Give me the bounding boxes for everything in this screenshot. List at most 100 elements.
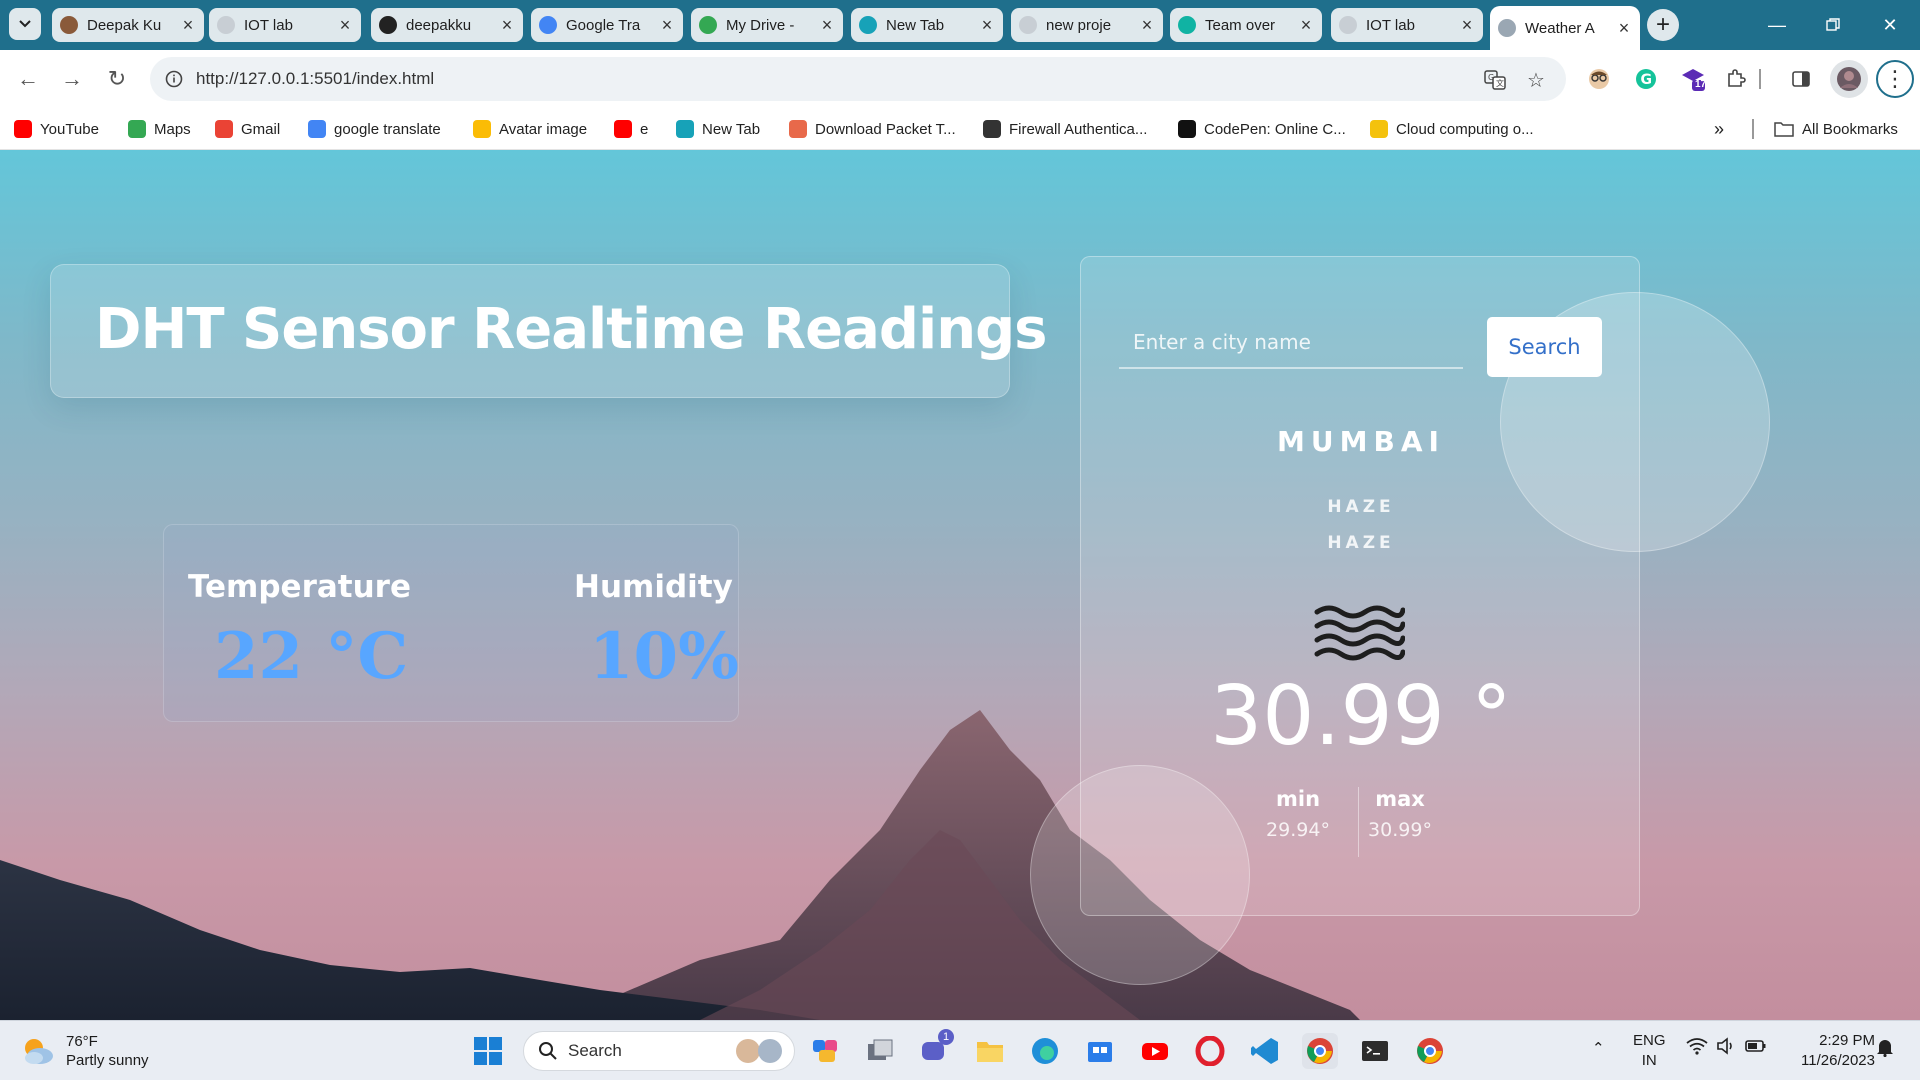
browser-tab[interactable]: new proje × (1011, 8, 1163, 42)
tab-favicon-icon (539, 16, 557, 34)
search-icon (539, 1042, 557, 1060)
grammarly-button[interactable]: G (1631, 64, 1661, 94)
back-button[interactable]: ← (12, 63, 44, 95)
taskbar-weather-temp: 76°F (66, 1033, 98, 1050)
url-text[interactable]: http://127.0.0.1:5501/index.html (196, 69, 434, 89)
star-icon: ☆ (1527, 69, 1545, 92)
clock-time: 2:29 PM (1819, 1032, 1875, 1049)
bookmark-item[interactable]: google translate (308, 116, 441, 142)
side-panel-icon (1792, 71, 1810, 87)
extensions-button[interactable] (1721, 64, 1751, 94)
tab-close-icon[interactable]: × (659, 15, 675, 36)
profile-button[interactable] (1830, 60, 1868, 98)
bookmark-favicon-icon (215, 120, 233, 138)
browser-tab[interactable]: IOT lab × (1331, 8, 1483, 42)
tab-close-icon[interactable]: × (499, 15, 515, 36)
reload-button[interactable]: ↻ (101, 63, 133, 95)
tab-close-icon[interactable]: × (1616, 18, 1632, 39)
address-bar[interactable]: http://127.0.0.1:5501/index.html G文 ☆ (150, 57, 1566, 101)
bookmark-item[interactable]: Gmail (215, 116, 280, 142)
tab-title: Deepak Ku (87, 16, 162, 34)
browser-tab[interactable]: Google Tra × (531, 8, 683, 42)
browser-menu-button[interactable]: ⋮ (1876, 60, 1914, 98)
tab-favicon-icon (1019, 16, 1037, 34)
youtube-app[interactable] (1137, 1033, 1173, 1069)
search-button[interactable]: Search (1487, 317, 1602, 377)
tab-search-button[interactable] (9, 8, 41, 40)
edge-icon (1032, 1038, 1058, 1064)
close-window-button[interactable]: ✕ (1870, 10, 1910, 40)
taskbar-weather-widget[interactable]: 76°F Partly sunny (20, 1031, 149, 1071)
bookmark-item[interactable]: Avatar image (473, 116, 587, 142)
tab-close-icon[interactable]: × (979, 15, 995, 36)
minimize-button[interactable]: — (1757, 10, 1797, 40)
bookmark-item[interactable]: New Tab (676, 116, 760, 142)
more-bookmarks-button[interactable]: » (1714, 116, 1724, 142)
file-explorer-app[interactable] (972, 1033, 1008, 1069)
bookmark-item[interactable]: Maps (128, 116, 191, 142)
site-info-button[interactable] (160, 65, 188, 93)
browser-tab[interactable]: Deepak Ku × (52, 8, 204, 42)
tab-title: New Tab (886, 16, 945, 34)
copilot-app[interactable] (808, 1033, 844, 1069)
tab-close-icon[interactable]: × (819, 15, 835, 36)
arrow-left-icon: ← (17, 66, 39, 91)
tab-close-icon[interactable]: × (1139, 15, 1155, 36)
browser-tab[interactable]: My Drive - × (691, 8, 843, 42)
more-vertical-icon: ⋮ (1884, 66, 1906, 91)
browser-tab[interactable]: IOT lab × (209, 8, 361, 42)
notifications-button[interactable] (1876, 1037, 1894, 1061)
city-search-input[interactable] (1119, 317, 1463, 369)
chrome-profile-app[interactable] (1412, 1033, 1448, 1069)
bookmark-item[interactable]: Download Packet T... (789, 116, 956, 142)
taskbar-weather-desc: Partly sunny (66, 1052, 149, 1069)
extension-avatar-button[interactable] (1584, 64, 1614, 94)
bookmark-item[interactable]: Firewall Authentica... (983, 116, 1147, 142)
bookmark-item[interactable]: CodePen: Online C... (1178, 116, 1346, 142)
tab-favicon-icon (1178, 16, 1196, 34)
browser-tab[interactable]: Team over × (1170, 8, 1322, 42)
tab-close-icon[interactable]: × (1298, 15, 1314, 36)
show-hidden-icons-button[interactable]: ⌃ (1592, 1039, 1605, 1057)
tab-close-icon[interactable]: × (180, 15, 196, 36)
grammarly-icon: G (1636, 69, 1656, 89)
wifi-icon (1686, 1038, 1708, 1055)
bookmark-label: Download Packet T... (815, 120, 956, 138)
taskbar-search[interactable]: Search (523, 1031, 795, 1071)
volume-button[interactable] (1716, 1037, 1736, 1059)
task-view-app[interactable] (862, 1033, 898, 1069)
battery-button[interactable] (1745, 1037, 1767, 1059)
opera-app[interactable] (1192, 1033, 1228, 1069)
all-bookmarks-button[interactable]: All Bookmarks (1774, 116, 1898, 142)
terminal-app[interactable] (1357, 1033, 1393, 1069)
bookmark-item[interactable]: YouTube (14, 116, 99, 142)
start-button[interactable] (470, 1033, 506, 1069)
bookmark-item[interactable]: e (614, 116, 648, 142)
tab-title: My Drive - (726, 16, 795, 34)
network-button[interactable] (1686, 1037, 1708, 1059)
edge-app[interactable] (1027, 1033, 1063, 1069)
translate-button[interactable]: G文 (1482, 67, 1508, 93)
tab-close-icon[interactable]: × (337, 15, 353, 36)
browser-tab[interactable]: New Tab × (851, 8, 1003, 42)
humidity-value: 10% (589, 619, 739, 694)
forward-button[interactable]: → (56, 63, 88, 95)
browser-tab[interactable]: deepakku × (371, 8, 523, 42)
all-bookmarks-label: All Bookmarks (1802, 120, 1898, 138)
input-language[interactable]: ENG IN (1633, 1031, 1666, 1071)
new-tab-button[interactable]: + (1647, 9, 1679, 41)
taskbar-clock[interactable]: 2:29 PM 11/26/2023 (1785, 1031, 1875, 1071)
browser-tab[interactable]: Weather A × (1490, 6, 1640, 50)
teams-app[interactable]: 1 (916, 1029, 954, 1069)
tab-close-icon[interactable]: × (1459, 15, 1475, 36)
chrome-app-active[interactable] (1302, 1033, 1338, 1069)
bookmarks-divider (1752, 116, 1754, 142)
side-panel-button[interactable] (1786, 64, 1816, 94)
bookmark-item[interactable]: Cloud computing o... (1370, 116, 1534, 142)
store-app[interactable] (1082, 1033, 1118, 1069)
vscode-app[interactable] (1247, 1033, 1283, 1069)
opera-icon (1195, 1036, 1225, 1066)
extension-badge-button[interactable]: 17 (1678, 64, 1708, 94)
bookmark-star-button[interactable]: ☆ (1523, 67, 1549, 93)
restore-button[interactable] (1813, 10, 1853, 40)
